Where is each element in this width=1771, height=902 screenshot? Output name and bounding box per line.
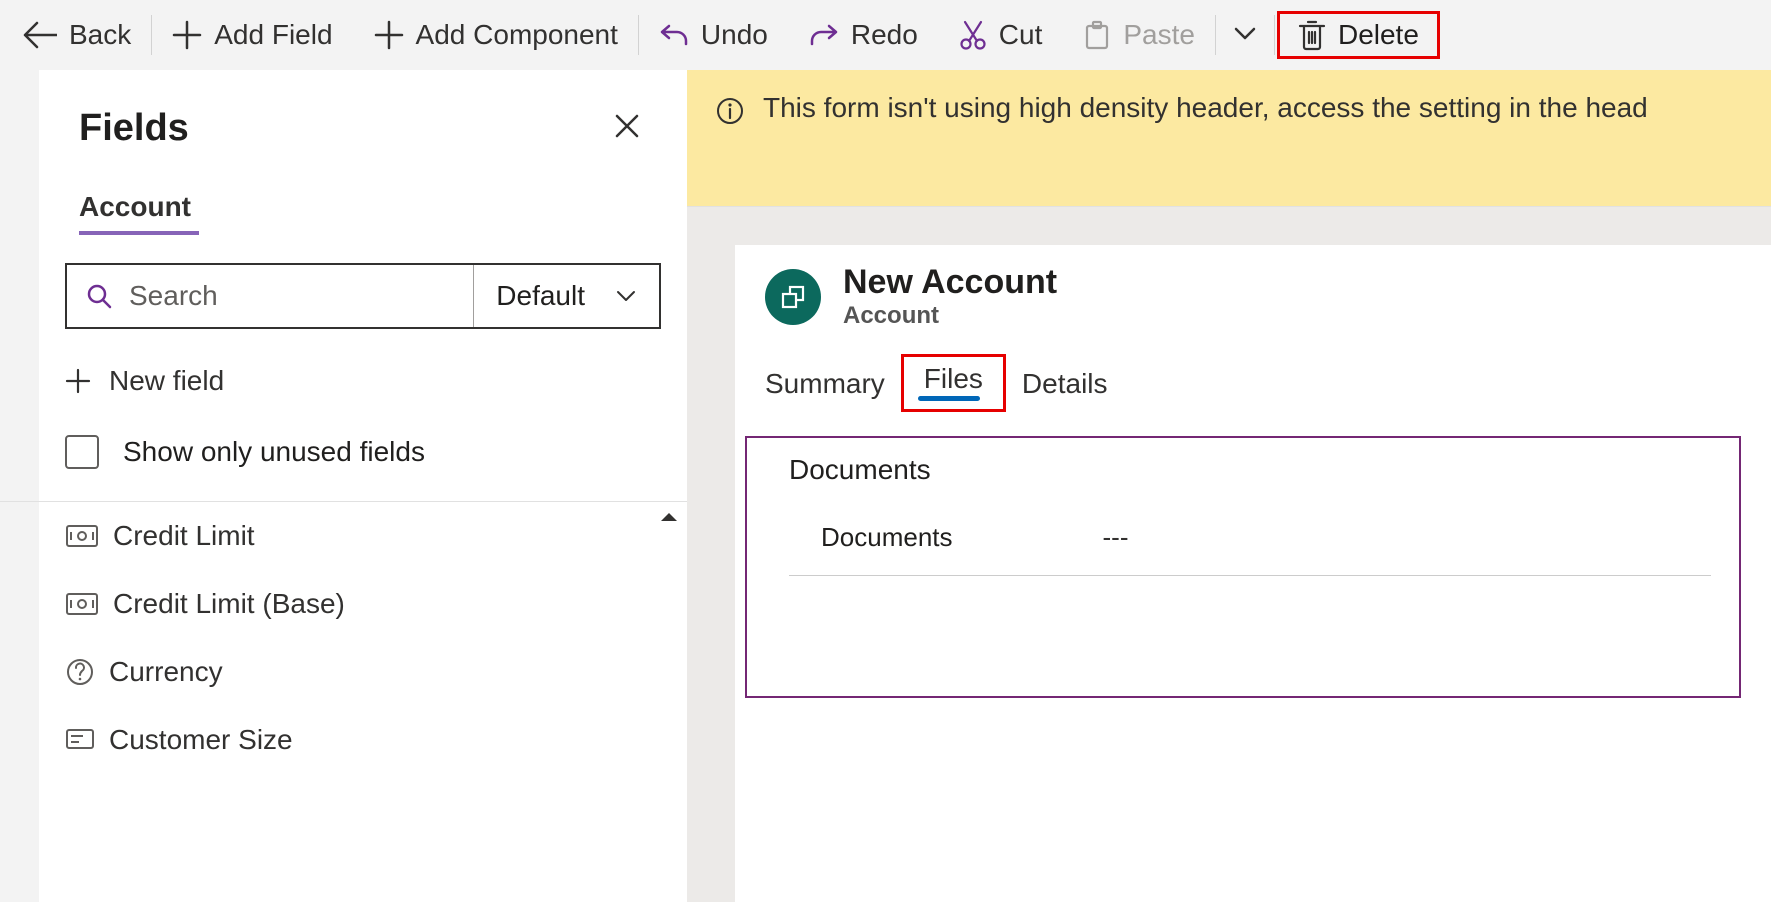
close-panel-button[interactable] [607, 106, 647, 151]
entity-tab-underline [79, 231, 199, 235]
show-unused-checkbox-row[interactable]: Show only unused fields [39, 425, 687, 501]
field-label: Currency [109, 656, 223, 688]
undo-icon [659, 20, 689, 50]
entity-icon [765, 269, 821, 325]
show-unused-label: Show only unused fields [123, 436, 425, 468]
redo-label: Redo [851, 19, 918, 51]
plus-icon [65, 368, 91, 394]
back-button[interactable]: Back [5, 9, 149, 61]
undo-label: Undo [701, 19, 768, 51]
delete-button[interactable]: Delete [1277, 11, 1440, 59]
optionset-icon [65, 728, 95, 752]
checkbox-unchecked-icon [65, 435, 99, 469]
field-label: Credit Limit (Base) [113, 588, 345, 620]
add-component-label: Add Component [416, 19, 618, 51]
paste-label: Paste [1123, 19, 1195, 51]
field-label: Credit Limit [113, 520, 255, 552]
currency-icon [65, 524, 99, 548]
entity-tab[interactable]: Account [79, 191, 647, 231]
search-filter-value: Default [496, 280, 585, 312]
new-field-button[interactable]: New field [39, 329, 687, 425]
field-list: Credit Limit Credit Limit (Base) Currenc… [39, 502, 687, 902]
document-row: Documents --- [789, 514, 1711, 576]
search-input[interactable]: Search [67, 265, 473, 327]
tab-files-label: Files [924, 363, 983, 394]
add-field-button[interactable]: Add Field [154, 9, 350, 61]
info-icon [715, 96, 745, 126]
tab-underline [918, 396, 980, 401]
tab-files[interactable]: Files [901, 354, 1006, 412]
close-icon [613, 112, 641, 140]
cut-button[interactable]: Cut [941, 9, 1061, 61]
redo-icon [809, 20, 839, 50]
paste-icon [1083, 20, 1111, 50]
redo-button[interactable]: Redo [791, 9, 936, 61]
form-card: New Account Account Summary Files Detail… [735, 245, 1771, 902]
search-row: Search Default [65, 263, 661, 329]
separator [638, 15, 639, 55]
separator [1274, 15, 1275, 55]
paste-button: Paste [1065, 9, 1213, 61]
fields-panel-title: Fields [79, 107, 189, 150]
new-field-label: New field [109, 365, 224, 397]
cut-label: Cut [999, 19, 1043, 51]
field-item[interactable]: Currency [39, 638, 687, 706]
scroll-up-icon[interactable] [659, 510, 679, 524]
separator [1215, 15, 1216, 55]
add-field-label: Add Field [214, 19, 332, 51]
add-component-button[interactable]: Add Component [356, 9, 636, 61]
search-placeholder: Search [129, 280, 218, 312]
form-tabs: Summary Files Details [735, 342, 1771, 412]
search-filter-dropdown[interactable]: Default [473, 265, 659, 327]
info-banner-text: This form isn't using high density heade… [763, 92, 1648, 124]
trash-icon [1298, 18, 1326, 52]
cut-icon [959, 20, 987, 50]
section-selected[interactable]: Documents Documents --- [745, 436, 1741, 698]
form-header: New Account Account [735, 245, 1771, 342]
chevron-down-icon [1232, 24, 1258, 42]
layers-icon [778, 282, 808, 312]
plus-icon [172, 20, 202, 50]
undo-button[interactable]: Undo [641, 9, 786, 61]
field-item[interactable]: Credit Limit [39, 502, 687, 570]
delete-label: Delete [1338, 19, 1419, 51]
separator [151, 15, 152, 55]
field-item[interactable]: Credit Limit (Base) [39, 570, 687, 638]
search-icon [85, 282, 113, 310]
tab-details[interactable]: Details [1006, 362, 1124, 412]
section-title: Documents [789, 454, 1711, 486]
currency-icon [65, 592, 99, 616]
help-icon [65, 657, 95, 687]
chevron-down-icon [615, 288, 637, 304]
overflow-button[interactable] [1218, 14, 1272, 57]
form-title: New Account [843, 263, 1057, 302]
field-item[interactable]: Customer Size [39, 706, 687, 774]
document-row-value: --- [1103, 522, 1129, 553]
form-canvas: This form isn't using high density heade… [687, 70, 1771, 902]
back-arrow-icon [23, 21, 57, 49]
plus-icon [374, 20, 404, 50]
tab-summary[interactable]: Summary [765, 362, 901, 412]
document-row-label: Documents [821, 522, 953, 553]
fields-panel: Fields Account Search Default [39, 70, 687, 902]
field-label: Customer Size [109, 724, 293, 756]
back-label: Back [69, 19, 131, 51]
info-banner: This form isn't using high density heade… [687, 70, 1771, 207]
command-bar: Back Add Field Add Component Undo Redo C… [0, 0, 1771, 70]
form-subtitle: Account [843, 302, 1057, 330]
